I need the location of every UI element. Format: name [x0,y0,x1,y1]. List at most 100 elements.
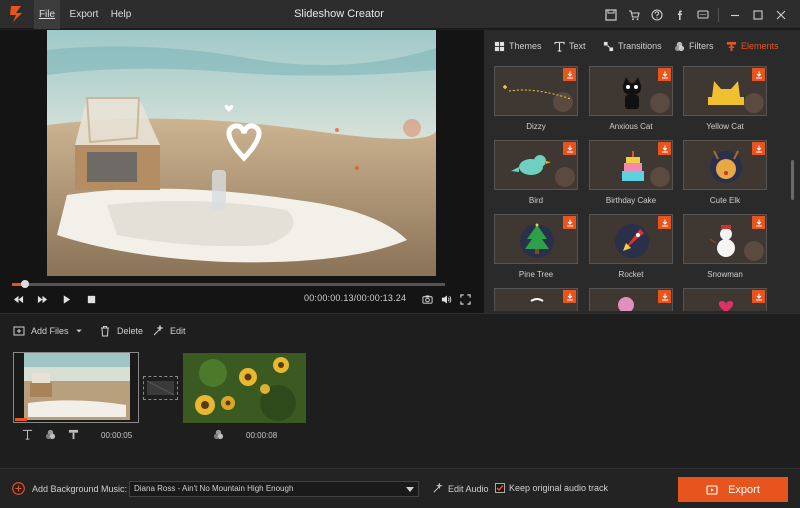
element-bird[interactable]: Bird [494,140,578,210]
background-music-select[interactable]: Diana Ross - Ain't No Mountain High Enou… [129,481,419,497]
element-label: Dizzy [526,122,546,131]
element-icon[interactable] [68,429,79,440]
delete-button[interactable]: Delete [99,324,143,338]
background-music-value: Diana Ross - Ain't No Mountain High Enou… [134,484,294,493]
fast-forward-button[interactable] [34,292,50,306]
elements-scrollbar[interactable] [791,160,794,200]
chevron-down-icon [406,487,414,492]
clip-thumbnail[interactable] [13,352,139,423]
element-label: Pine Tree [518,270,554,279]
export-button[interactable]: Export [678,477,788,502]
add-files-label: Add Files [31,326,69,336]
text-icon [554,41,565,52]
preview-area: 00:00:00.13/00:00:13.24 [0,30,483,313]
element-rocket[interactable]: Rocket [589,214,673,284]
download-icon [566,145,573,152]
checkmark-icon [496,485,504,492]
element-item[interactable] [683,288,767,311]
text-icon[interactable] [22,429,33,440]
add-files-dropdown[interactable] [75,324,89,338]
clip-thumbnail[interactable] [183,353,306,423]
element-label: Anxious Cat [609,122,653,131]
element-anxious-cat[interactable]: Anxious Cat [589,66,673,136]
element-thumbnail[interactable] [683,288,767,311]
filter-icon[interactable] [45,429,56,440]
play-button[interactable] [58,292,74,306]
element-snowman[interactable]: Snowman [683,214,767,284]
download-button[interactable] [658,216,671,229]
download-button[interactable] [658,142,671,155]
edit-audio-label: Edit Audio [448,483,489,494]
element-yellow-cat[interactable]: Yellow Cat [683,66,767,136]
feedback-icon[interactable] [692,4,714,26]
tab-text-label: Text [569,41,586,51]
camera-icon [421,294,433,304]
element-thumbnail[interactable] [683,66,767,116]
element-item[interactable] [589,288,673,311]
download-button[interactable] [563,142,576,155]
seek-handle[interactable] [21,280,29,288]
download-button[interactable] [752,216,765,229]
volume-button[interactable] [438,292,454,306]
keep-audio-checkbox[interactable] [495,483,505,493]
edit-audio-button[interactable]: Edit Audio [432,483,489,494]
element-thumbnail[interactable] [589,288,673,311]
filter-icon[interactable] [213,429,224,440]
filters-icon [674,41,685,51]
element-thumbnail[interactable] [589,140,673,190]
download-button[interactable] [563,216,576,229]
seek-bar[interactable] [12,280,445,288]
transition-slot[interactable] [143,376,178,400]
element-thumbnail[interactable] [589,214,673,264]
element-dizzy[interactable]: Dizzy [494,66,578,136]
tab-transitions[interactable]: Transitions [603,39,662,53]
download-icon [566,71,573,78]
tab-themes[interactable]: Themes [494,39,542,53]
magic-wand-icon [153,325,164,336]
element-thumbnail[interactable] [494,214,578,264]
download-icon [755,219,762,226]
element-pine-tree[interactable]: Pine Tree [494,214,578,284]
maximize-icon[interactable] [747,4,769,26]
help-icon[interactable] [646,4,668,26]
element-cute-elk[interactable]: Cute Elk [683,140,767,210]
element-thumbnail[interactable] [494,288,578,311]
rewind-button[interactable] [10,292,26,306]
element-thumbnail[interactable] [683,214,767,264]
tab-text[interactable]: Text [554,39,586,53]
element-label: Snowman [707,270,743,279]
element-label: Cute Elk [709,196,741,205]
edit-button[interactable]: Edit [152,324,186,338]
element-item[interactable] [494,288,578,311]
add-files-button[interactable]: Add Files [13,324,69,338]
download-button[interactable] [563,68,576,81]
element-thumbnail[interactable] [494,66,578,116]
element-thumbnail[interactable] [683,140,767,190]
download-button[interactable] [658,68,671,81]
element-birthday-cake[interactable]: Birthday Cake [589,140,673,210]
minimize-icon[interactable] [724,4,746,26]
tab-elements[interactable]: Elements [726,39,779,53]
download-icon [755,293,762,300]
facebook-icon[interactable] [669,4,691,26]
keep-audio-option[interactable]: Keep original audio track [495,483,608,493]
edit-label: Edit [170,326,186,336]
snapshot-button[interactable] [419,292,435,306]
save-icon[interactable] [600,4,622,26]
download-button[interactable] [563,290,576,303]
tab-elements-label: Elements [741,41,779,51]
tab-filters[interactable]: Filters [674,39,714,53]
cart-icon[interactable] [623,4,645,26]
download-button[interactable] [658,290,671,303]
close-icon[interactable] [770,4,792,26]
element-thumbnail[interactable] [589,66,673,116]
element-thumbnail[interactable] [494,140,578,190]
download-button[interactable] [752,142,765,155]
background-music-label: Add Background Music: [32,484,128,494]
add-music-icon[interactable] [12,482,25,495]
download-button[interactable] [752,68,765,81]
download-button[interactable] [752,290,765,303]
fullscreen-button[interactable] [457,292,473,306]
stop-button[interactable] [83,292,99,306]
timecode: 00:00:00.13/00:00:13.24 [304,293,407,303]
